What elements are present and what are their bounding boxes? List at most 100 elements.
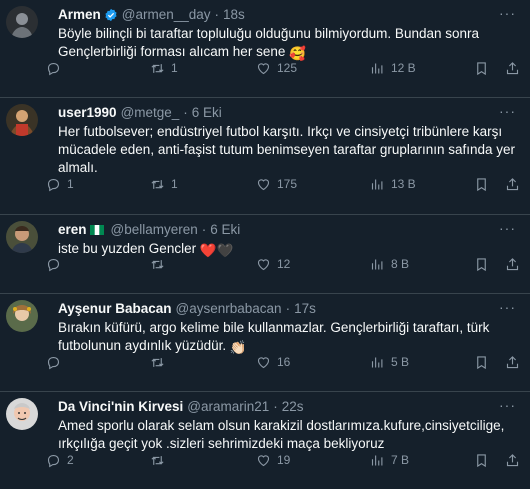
views-button[interactable]: 13 B bbox=[370, 177, 416, 192]
retweet-button[interactable]: 1 bbox=[150, 61, 178, 76]
more-icon[interactable]: ··· bbox=[499, 6, 516, 20]
separator-dot: · bbox=[214, 7, 220, 22]
tweet[interactable]: user1990 @metge_ · 6 Eki ··· Her futbols… bbox=[0, 98, 530, 215]
more-icon[interactable]: ··· bbox=[499, 104, 516, 118]
retweet-button[interactable] bbox=[150, 257, 171, 272]
verified-icon bbox=[105, 8, 117, 22]
views-icon bbox=[371, 455, 383, 465]
bookmark-button[interactable] bbox=[474, 257, 489, 272]
tweet-text: Amed sporlu olarak selam olsun karakizil… bbox=[58, 418, 505, 451]
bookmark-button[interactable] bbox=[474, 177, 489, 192]
reply-button[interactable] bbox=[46, 61, 67, 76]
separator-dot: · bbox=[201, 222, 207, 237]
share-button[interactable] bbox=[505, 61, 520, 76]
author-name[interactable]: Da Vinci'nin Kirvesi bbox=[58, 398, 183, 416]
like-icon bbox=[257, 356, 270, 368]
share-icon bbox=[506, 257, 519, 270]
views-count: 13 B bbox=[391, 177, 416, 191]
retweet-button[interactable]: 1 bbox=[150, 177, 178, 192]
views-icon bbox=[371, 179, 383, 189]
views-count: 8 B bbox=[391, 257, 410, 271]
timestamp[interactable]: 6 Eki bbox=[192, 104, 222, 122]
tweet[interactable]: eren @bellamyeren · 6 Eki ··· iste bu yu… bbox=[0, 215, 530, 294]
bookmark-button[interactable] bbox=[474, 355, 489, 370]
share-button[interactable] bbox=[505, 355, 520, 370]
retweet-button[interactable] bbox=[150, 453, 171, 468]
retweet-icon bbox=[151, 357, 164, 367]
tweet[interactable]: Da Vinci'nin Kirvesi @aramarin21 · 22s ·… bbox=[0, 392, 530, 489]
avatar[interactable] bbox=[6, 104, 38, 136]
tweet[interactable]: Armen @armen__day · 18s ··· Böyle bilinç… bbox=[0, 0, 530, 98]
bookmark-icon bbox=[477, 355, 486, 369]
author-handle[interactable]: @bellamyeren bbox=[111, 221, 198, 239]
flag-icon bbox=[89, 225, 104, 235]
reply-icon bbox=[47, 178, 60, 191]
bookmark-button[interactable] bbox=[474, 453, 489, 468]
more-icon[interactable]: ··· bbox=[499, 221, 516, 235]
retweet-button[interactable] bbox=[150, 355, 171, 370]
timestamp[interactable]: 22s bbox=[282, 398, 304, 416]
views-icon bbox=[371, 63, 383, 73]
author-handle[interactable]: @metge_ bbox=[121, 104, 180, 122]
retweet-icon bbox=[151, 179, 164, 189]
retweet-count: 1 bbox=[171, 61, 178, 75]
like-icon bbox=[257, 178, 270, 190]
like-button[interactable]: 175 bbox=[256, 177, 297, 192]
reply-count: 1 bbox=[67, 177, 74, 191]
more-icon[interactable]: ··· bbox=[499, 300, 516, 314]
like-count: 19 bbox=[277, 453, 291, 467]
timestamp[interactable]: 17s bbox=[294, 300, 316, 318]
more-icon[interactable]: ··· bbox=[499, 398, 516, 412]
author-name[interactable]: user1990 bbox=[58, 104, 117, 122]
reply-button[interactable] bbox=[46, 257, 67, 272]
tweet[interactable]: Ayşenur Babacan @aysenrbabacan · 17s ···… bbox=[0, 294, 530, 392]
tweet-feed: Armen @armen__day · 18s ··· Böyle bilinç… bbox=[0, 0, 530, 489]
views-button[interactable]: 8 B bbox=[370, 257, 409, 272]
like-count: 175 bbox=[277, 177, 298, 191]
like-button[interactable]: 19 bbox=[256, 453, 290, 468]
reply-count: 2 bbox=[67, 453, 74, 467]
reply-button[interactable] bbox=[46, 355, 67, 370]
avatar[interactable] bbox=[6, 6, 38, 38]
like-count: 16 bbox=[277, 355, 291, 369]
reply-icon bbox=[47, 258, 60, 271]
retweet-count: 1 bbox=[171, 177, 178, 191]
like-button[interactable]: 16 bbox=[256, 355, 290, 370]
tweet-text: Bırakın küfürü, argo kelime bile kullanm… bbox=[58, 320, 490, 355]
timestamp[interactable]: 6 Eki bbox=[210, 221, 240, 239]
bookmark-icon bbox=[477, 257, 486, 271]
views-icon bbox=[371, 357, 383, 367]
like-button[interactable]: 125 bbox=[256, 61, 297, 76]
avatar[interactable] bbox=[6, 221, 38, 253]
bookmark-icon bbox=[477, 61, 486, 75]
author-name[interactable]: Armen bbox=[58, 6, 101, 24]
avatar[interactable] bbox=[6, 398, 38, 430]
like-icon bbox=[257, 258, 270, 270]
like-icon bbox=[257, 62, 270, 74]
share-button[interactable] bbox=[505, 453, 520, 468]
like-button[interactable]: 12 bbox=[256, 257, 290, 272]
like-count: 125 bbox=[277, 61, 298, 75]
author-handle[interactable]: @aramarin21 bbox=[187, 398, 269, 416]
views-button[interactable]: 5 B bbox=[370, 355, 409, 370]
reply-button[interactable]: 1 bbox=[46, 177, 74, 192]
share-button[interactable] bbox=[505, 177, 520, 192]
views-button[interactable]: 7 B bbox=[370, 453, 409, 468]
share-button[interactable] bbox=[505, 257, 520, 272]
reply-button[interactable]: 2 bbox=[46, 453, 74, 468]
share-icon bbox=[506, 61, 519, 74]
retweet-icon bbox=[151, 63, 164, 73]
like-icon bbox=[257, 454, 270, 466]
avatar[interactable] bbox=[6, 300, 38, 332]
reply-icon bbox=[47, 454, 60, 467]
timestamp[interactable]: 18s bbox=[223, 6, 245, 24]
bookmark-button[interactable] bbox=[474, 61, 489, 76]
author-handle[interactable]: @armen__day bbox=[122, 6, 211, 24]
bookmark-icon bbox=[477, 177, 486, 191]
author-handle[interactable]: @aysenrbabacan bbox=[176, 300, 282, 318]
share-icon bbox=[506, 355, 519, 368]
author-name[interactable]: eren bbox=[58, 221, 87, 239]
share-icon bbox=[506, 177, 519, 190]
views-button[interactable]: 12 B bbox=[370, 61, 416, 76]
author-name[interactable]: Ayşenur Babacan bbox=[58, 300, 172, 318]
